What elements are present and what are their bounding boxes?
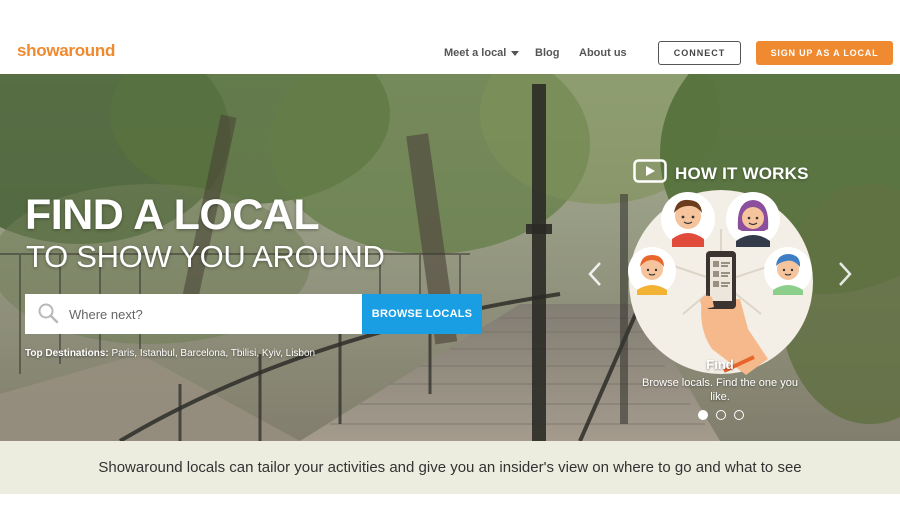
connect-button[interactable]: CONNECT <box>658 41 741 65</box>
caret-down-icon <box>511 51 520 56</box>
hero-section: FIND A LOCAL TO SHOW YOU AROUND BROWSE L… <box>0 74 900 441</box>
step-title: Find <box>706 357 734 372</box>
carousel-dot-1[interactable] <box>698 410 708 420</box>
carousel-dot-2[interactable] <box>716 410 726 420</box>
carousel-dots <box>698 410 744 420</box>
nav-blog[interactable]: Blog <box>535 47 559 59</box>
search-icon <box>35 300 63 328</box>
top-destinations-list[interactable]: Paris, Istanbul, Barcelona, Tbilisi, Kyi… <box>111 348 315 359</box>
browse-locals-button[interactable]: BROWSE LOCALS <box>362 294 482 334</box>
sign-up-as-local-button[interactable]: SIGN UP AS A LOCAL <box>756 41 893 65</box>
how-it-works-step: Find Browse locals. Find the one you lik… <box>640 357 800 405</box>
step-description: Browse locals. Find the one you like. <box>642 377 798 403</box>
carousel-dot-3[interactable] <box>734 410 744 420</box>
top-destinations-label: Top Destinations: <box>25 348 109 359</box>
hero-title: FIND A LOCAL <box>25 191 320 239</box>
nav-meet-label: Meet a local <box>444 47 507 59</box>
top-destinations: Top Destinations: Paris, Istanbul, Barce… <box>25 348 315 359</box>
play-icon[interactable] <box>633 159 667 188</box>
site-header: showaround Meet a local Blog About us CO… <box>0 0 900 74</box>
how-it-works-illustration <box>628 189 814 375</box>
chevron-left-icon[interactable] <box>586 260 604 288</box>
tagline-strip: Showaround locals can tailor your activi… <box>0 441 900 494</box>
how-it-works-title: HOW IT WORKS <box>675 163 809 183</box>
nav-meet-a-local[interactable]: Meet a local <box>444 47 520 59</box>
destination-search-box[interactable] <box>25 294 362 334</box>
nav-about-us[interactable]: About us <box>579 47 627 59</box>
how-it-works-header: HOW IT WORKS <box>633 159 809 188</box>
destination-search-input[interactable] <box>69 306 319 322</box>
chevron-right-icon[interactable] <box>836 260 854 288</box>
brand-logo[interactable]: showaround <box>17 41 115 61</box>
hero-subtitle: TO SHOW YOU AROUND <box>26 239 385 274</box>
